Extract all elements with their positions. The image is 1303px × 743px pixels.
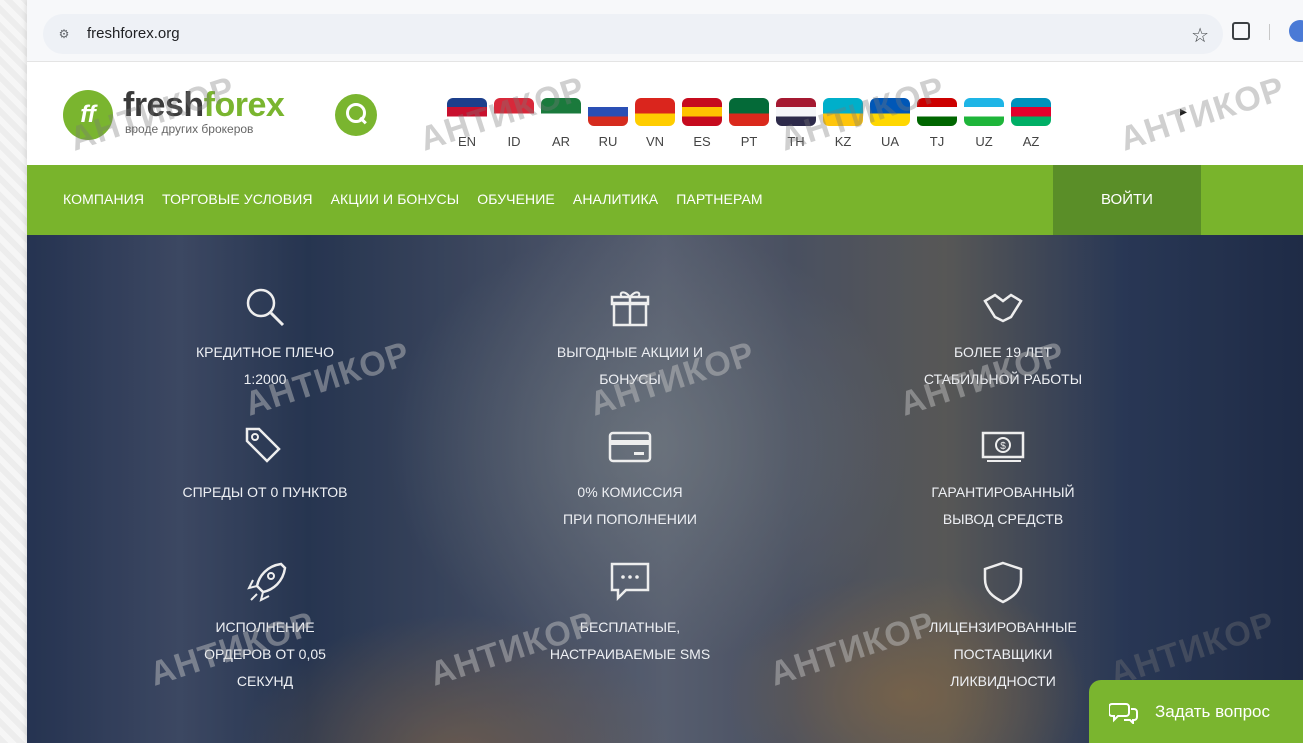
flag-az-icon [1011,98,1051,126]
nav-item-5[interactable]: АНАЛИТИКА [573,191,658,207]
language-es[interactable]: ES [682,98,722,149]
price-tag-icon [245,427,281,463]
search-button[interactable] [335,94,377,136]
logo-fresh: fresh [123,86,204,124]
ask-question-label: Задать вопрос [1155,702,1270,721]
logo-wordmark[interactable]: freshforex [123,86,285,125]
language-ar[interactable]: AR [541,98,581,149]
browser-window: ⚙ freshforex.org ☆ ff freshforex вроде д… [27,0,1303,743]
logo-tagline: вроде других брокеров [125,122,254,136]
flag-th-icon [776,98,816,126]
language-ru[interactable]: RU [588,98,628,149]
language-code: TH [787,134,805,149]
flag-en-icon [447,98,487,126]
language-az[interactable]: AZ [1011,98,1051,149]
feature-item: $ ГАРАНТИРОВАННЫЙ ВЫВОД СРЕДСТВ [883,425,1123,533]
tune-icon[interactable]: ⚙ [55,26,73,42]
language-code: AZ [1022,134,1040,149]
flag-kz-icon [823,98,863,126]
language-code: EN [457,134,477,149]
language-en[interactable]: EN [447,98,487,149]
nav-item-2[interactable]: ТОРГОВЫЕ УСЛОВИЯ [162,191,313,207]
flag-es-icon [682,98,722,126]
language-code: KZ [834,134,852,149]
mouse-cursor-icon: ▸ [1180,103,1188,119]
feature-text: ЛИЦЕНЗИРОВАННЫЕ ПОСТАВЩИКИ ЛИКВИДНОСТИ [929,619,1077,689]
logo-forex: forex [203,86,285,124]
feature-text: ГАРАНТИРОВАННЫЙ ВЫВОД СРЕДСТВ [931,484,1075,527]
main-nav: КОМПАНИЯ ТОРГОВЫЕ УСЛОВИЯ АКЦИИ И БОНУСЫ ОБ… [27,165,1303,235]
language-code: AR [551,134,571,149]
language-ua[interactable]: UA [870,98,910,149]
shield-icon [983,561,1023,604]
sms-icon [610,562,650,602]
handshake-icon [983,293,1023,323]
feature-item: ВЫГОДНЫЕ АКЦИИ И БОНУСЫ [510,285,750,393]
feature-item: ЛИЦЕНЗИРОВАННЫЕ ПОСТАВЩИКИ ЛИКВИДНОСТИ [883,560,1123,695]
language-code: PT [740,134,758,149]
language-code: UA [880,134,900,149]
feature-text: БЕСПЛАТНЫЕ, НАСТРАИВАЕМЫЕ SMS [549,619,711,662]
feature-text: КРЕДИТНОЕ ПЛЕЧО 1:2000 [196,344,334,387]
flag-uz-icon [964,98,1004,126]
feature-item: КРЕДИТНОЕ ПЛЕЧО 1:2000 [145,285,385,393]
language-code: ID [507,134,521,149]
language-id[interactable]: ID [494,98,534,149]
puzzle-icon[interactable] [1232,22,1250,40]
language-vn[interactable]: VN [635,98,675,149]
language-code: UZ [975,134,993,149]
language-th[interactable]: TH [776,98,816,149]
star-icon[interactable]: ☆ [1191,23,1209,48]
nav-items: КОМПАНИЯ ТОРГОВЫЕ УСЛОВИЯ АКЦИИ И БОНУСЫ ОБ… [63,191,763,207]
feature-text: БОЛЕЕ 19 ЛЕТ СТАБИЛЬНОЙ РАБОТЫ [923,344,1083,387]
credit-card-icon [608,431,652,463]
language-code: ES [693,134,711,149]
nav-item-3[interactable]: АКЦИИ И БОНУСЫ [331,191,460,207]
feature-text: СПРЕДЫ ОТ 0 ПУНКТОВ [182,484,348,500]
feature-text: ИСПОЛНЕНИЕ ОРДЕРОВ ОТ 0,05 СЕКУНД [204,619,326,689]
flag-ru-icon [588,98,628,126]
flag-id-icon [494,98,534,126]
hero-section: КРЕДИТНОЕ ПЛЕЧО 1:2000 ВЫГОДНЫЕ АКЦИИ И Б… [27,235,1303,743]
url-text[interactable]: freshforex.org [87,25,180,42]
language-uz[interactable]: UZ [964,98,1004,149]
feature-item: ИСПОЛНЕНИЕ ОРДЕРОВ ОТ 0,05 СЕКУНД [145,560,385,695]
language-code: RU [598,134,618,149]
feature-item: 0% КОМИССИЯ ПРИ ПОПОЛНЕНИИ [510,425,750,533]
rocket-icon [247,562,287,602]
flag-vn-icon [635,98,675,126]
language-kz[interactable]: KZ [823,98,863,149]
language-pt[interactable]: PT [729,98,769,149]
logo-icon[interactable]: ff [63,90,113,140]
flag-ua-icon [870,98,910,126]
money-icon: $ [981,431,1025,462]
language-code: VN [645,134,665,149]
feature-text: ВЫГОДНЫЕ АКЦИИ И БОНУСЫ [556,344,704,387]
flag-pt-icon [729,98,769,126]
chat-bubbles-icon [1109,703,1138,724]
gift-icon [610,291,650,327]
language-selector: EN ID AR RU VN ES PT TH KZ UA TJ UZ AZ [447,98,1051,149]
profile-avatar[interactable] [1289,20,1303,42]
flag-ar-icon [541,98,581,126]
feature-text: 0% КОМИССИЯ ПРИ ПОПОЛНЕНИИ [563,484,697,527]
nav-item-6[interactable]: ПАРТНЕРАМ [676,191,762,207]
address-bar[interactable]: ⚙ freshforex.org ☆ [43,14,1223,54]
feature-item: БЕСПЛАТНЫЕ, НАСТРАИВАЕМЫЕ SMS [510,560,750,668]
login-button[interactable]: ВОЙТИ [1053,165,1201,235]
flag-tj-icon [917,98,957,126]
language-code: TJ [929,134,945,149]
nav-item-1[interactable]: КОМПАНИЯ [63,191,144,207]
browser-toolbar: ⚙ freshforex.org ☆ [27,0,1303,62]
feature-item: СПРЕДЫ ОТ 0 ПУНКТОВ [145,425,385,506]
site-header: ff freshforex вроде других брокеров EN ID… [27,62,1303,165]
language-tj[interactable]: TJ [917,98,957,149]
svg-text:$: $ [1000,441,1006,452]
feature-item: БОЛЕЕ 19 ЛЕТ СТАБИЛЬНОЙ РАБОТЫ [883,285,1123,393]
magnifier-icon [246,288,285,327]
toolbar-divider [1269,24,1270,40]
ask-question-button[interactable]: Задать вопрос [1089,680,1303,743]
nav-item-4[interactable]: ОБУЧЕНИЕ [477,191,555,207]
